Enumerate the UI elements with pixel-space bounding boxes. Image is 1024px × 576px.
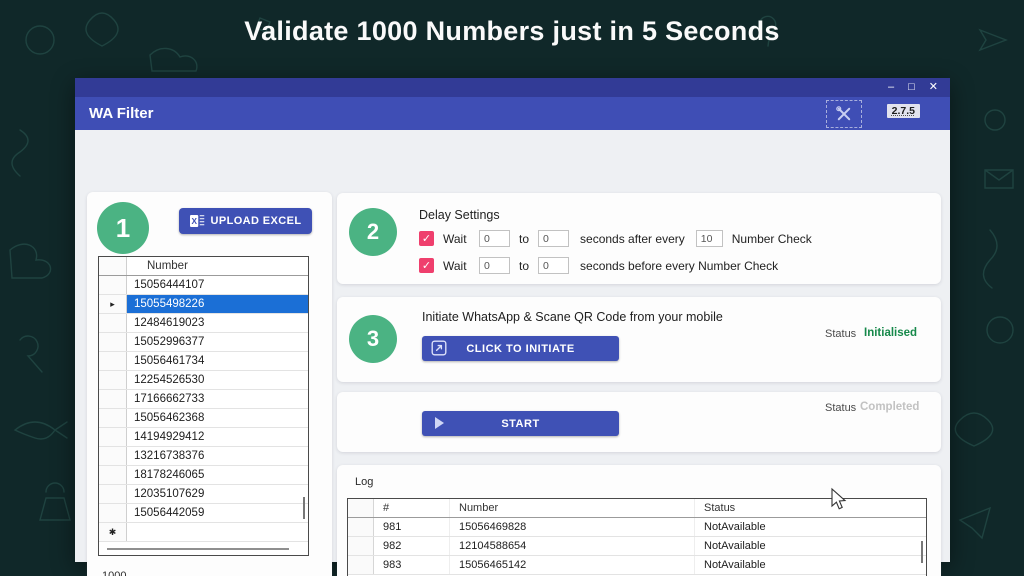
maximize-icon[interactable]: □ — [908, 82, 915, 93]
open-external-icon — [431, 340, 447, 356]
delay-settings-title: Delay Settings — [419, 208, 500, 222]
log-col-num: # — [374, 499, 450, 517]
app-title: WA Filter — [89, 105, 153, 122]
step2-badge: 2 — [349, 208, 397, 256]
wait-from-input2[interactable] — [479, 257, 510, 274]
table-row[interactable]: 15056462368 — [99, 409, 308, 428]
mouse-cursor — [829, 487, 849, 511]
numbers-count: 1000 — [102, 570, 126, 576]
step2-panel: 2 Delay Settings ✓ Wait to seconds after… — [337, 193, 941, 284]
svg-text:X: X — [191, 217, 197, 226]
wait-from-input[interactable] — [479, 230, 510, 247]
minimize-icon[interactable]: – — [888, 82, 894, 93]
log-row[interactable]: 983 15056465142 NotAvailable — [348, 556, 926, 575]
settings-button[interactable] — [826, 100, 862, 128]
app-titlebar: WA Filter 2.7.5 — [75, 97, 950, 130]
check-icon: ✓ — [422, 232, 431, 245]
start-panel: START Status Completed — [337, 392, 941, 452]
step1-badge: 1 — [97, 202, 149, 254]
every-count-input[interactable] — [696, 230, 723, 247]
log-col-number: Number — [450, 499, 695, 517]
upload-excel-label: UPLOAD EXCEL — [211, 215, 302, 227]
play-icon — [435, 417, 444, 429]
table-row[interactable]: 15056444107 — [99, 276, 308, 295]
log-row[interactable]: 982 12104588654 NotAvailable — [348, 537, 926, 556]
checkbox-wait-after[interactable]: ✓ — [419, 231, 434, 246]
new-row-icon: ✱ — [109, 527, 117, 538]
upload-excel-button[interactable]: X UPLOAD EXCEL — [179, 208, 312, 234]
log-col-status: Status — [695, 499, 926, 517]
click-to-initiate-label: CLICK TO INITIATE — [466, 343, 574, 355]
log-panel: Log # Number Status 981 15056469828 NotA… — [337, 465, 941, 576]
app-window: – □ ✕ WA Filter 2.7.5 1 X — [75, 78, 950, 562]
version-badge: 2.7.5 — [887, 104, 920, 118]
table-row-selected[interactable]: ▸15055498226 — [99, 295, 308, 314]
seconds-after-label: seconds after every — [580, 232, 685, 246]
click-to-initiate-button[interactable]: CLICK TO INITIATE — [422, 336, 619, 361]
delay-row-before: ✓ Wait to seconds before every Number Ch… — [419, 257, 778, 274]
start-button[interactable]: START — [422, 411, 619, 436]
log-row[interactable]: 981 15056469828 NotAvailable — [348, 518, 926, 537]
to-label: to — [519, 232, 529, 246]
table-row[interactable]: 12484619023 — [99, 314, 308, 333]
step1-panel: 1 X UPLOAD EXCEL Number 15056444107 ▸150 — [87, 192, 332, 576]
start-label: START — [501, 418, 539, 430]
table-row[interactable]: 14194929412 — [99, 428, 308, 447]
seconds-before-label: seconds before every Number Check — [580, 259, 778, 273]
initiate-instruction: Initiate WhatsApp & Scane QR Code from y… — [422, 310, 723, 324]
initiate-status-value: Initialised — [864, 327, 917, 339]
tools-icon — [835, 105, 853, 123]
excel-icon: X — [190, 214, 205, 228]
table-row[interactable]: 12254526530 — [99, 371, 308, 390]
window-content: 1 X UPLOAD EXCEL Number 15056444107 ▸150 — [75, 130, 950, 562]
close-icon[interactable]: ✕ — [929, 82, 938, 93]
status-label: Status — [825, 402, 856, 414]
grid-horizontal-scrollbar[interactable] — [107, 548, 289, 550]
table-row[interactable]: 13216738376 — [99, 447, 308, 466]
start-status-value: Completed — [860, 401, 919, 413]
wait-label: Wait — [443, 232, 479, 246]
row-selector-icon: ▸ — [110, 299, 115, 310]
checkbox-wait-before[interactable]: ✓ — [419, 258, 434, 273]
check-icon: ✓ — [422, 259, 431, 272]
log-title: Log — [355, 476, 373, 488]
table-row[interactable]: 18178246065 — [99, 466, 308, 485]
wait-label: Wait — [443, 259, 479, 273]
table-row[interactable]: 15056442059 — [99, 504, 308, 523]
window-chrome-bar: – □ ✕ — [75, 78, 950, 97]
step3-panel: 3 Initiate WhatsApp & Scane QR Code from… — [337, 297, 941, 382]
grid-vertical-scrollbar[interactable] — [303, 497, 305, 519]
grid-header-row: Number — [99, 257, 308, 276]
grid-column-header: Number — [127, 257, 308, 275]
status-label: Status — [825, 328, 856, 340]
table-row[interactable]: 17166662733 — [99, 390, 308, 409]
wait-to-input2[interactable] — [538, 257, 569, 274]
table-row[interactable]: 12035107629 — [99, 485, 308, 504]
table-row[interactable]: 15052996377 — [99, 333, 308, 352]
number-check-label: Number Check — [732, 232, 812, 246]
grid-new-row[interactable]: ✱ — [99, 523, 308, 542]
log-vertical-scrollbar[interactable] — [921, 541, 923, 563]
table-row[interactable]: 15056461734 — [99, 352, 308, 371]
page-title: Validate 1000 Numbers just in 5 Seconds — [0, 16, 1024, 47]
wait-to-input[interactable] — [538, 230, 569, 247]
numbers-grid[interactable]: Number 15056444107 ▸15055498226 12484619… — [98, 256, 309, 556]
to-label: to — [519, 259, 529, 273]
step3-badge: 3 — [349, 315, 397, 363]
delay-row-after: ✓ Wait to seconds after every Number Che… — [419, 230, 812, 247]
